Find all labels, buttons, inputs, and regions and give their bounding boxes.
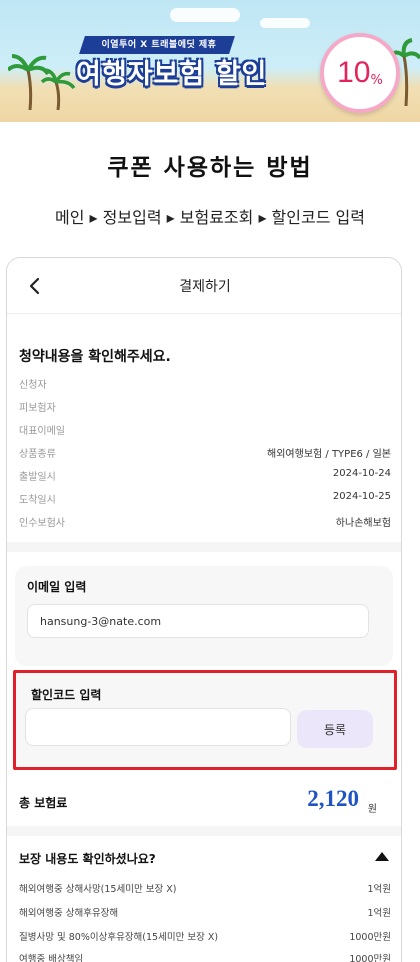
info-row-departure: 출발일시 2024-10-24 — [19, 468, 391, 488]
coverage-row: 해외여행중 상해사망(15세미만 보장 X) 1억원 — [19, 881, 391, 899]
info-row-applicant: 신청자 — [19, 376, 391, 396]
info-row-insured: 피보험자 — [19, 399, 391, 419]
discount-badge: 10 % — [320, 33, 400, 113]
info-label: 상품종류 — [19, 449, 56, 460]
coverage-label: 여행중 배상책임 — [19, 954, 84, 962]
coverage-row: 질병사망 및 80%이상후유장해(15세미만 보장 X) 1000만원 — [19, 929, 391, 947]
coverage-label: 해외여행중 상해사망(15세미만 보장 X) — [19, 884, 177, 895]
coverage-label: 질병사망 및 80%이상후유장해(15세미만 보장 X) — [19, 932, 219, 943]
header-title: 결제하기 — [179, 279, 231, 295]
caret-up-icon[interactable] — [373, 848, 391, 864]
total-unit: 원 — [367, 804, 377, 815]
section-divider — [7, 826, 401, 836]
email-label: 이메일 입력 — [27, 580, 87, 594]
confirm-title: 청약내용을 확인해주세요. — [19, 349, 171, 365]
info-label: 도착일시 — [19, 495, 56, 506]
coverage-row: 해외여행중 상해후유장해 1억원 — [19, 905, 391, 923]
page-title: 쿠폰 사용하는 방법 — [107, 155, 313, 181]
coverage-row: 여행중 배상책임 1000만원 — [19, 951, 391, 962]
info-row-arrival: 도착일시 2024-10-25 — [19, 491, 391, 511]
info-label: 신청자 — [19, 380, 47, 391]
banner-ribbon-text: 이열투어 X 트래블에딧 제휴 — [101, 40, 217, 50]
discount-unit: % — [370, 72, 383, 88]
info-label: 출발일시 — [19, 472, 56, 483]
coverage-value: 1000만원 — [349, 932, 391, 943]
coupon-label: 할인코드 입력 — [31, 688, 102, 702]
info-row-insurer: 인수보험사 하나손해보험 — [19, 514, 391, 534]
info-label: 인수보험사 — [19, 518, 65, 529]
info-value: 2024-10-25 — [332, 491, 391, 502]
info-label: 피보험자 — [19, 403, 56, 414]
coverage-value: 1억원 — [367, 884, 391, 895]
coverage-value: 1억원 — [367, 908, 391, 919]
info-label: 대표이메일 — [19, 426, 65, 437]
info-value: 2024-10-24 — [332, 468, 391, 479]
coupon-code-input[interactable] — [25, 708, 291, 746]
email-field[interactable] — [27, 604, 369, 638]
info-row-email: 대표이메일 — [19, 422, 391, 442]
app-header: 결제하기 — [7, 258, 401, 314]
info-value: 해외여행보험 / TYPE6 / 일본 — [267, 449, 391, 460]
promo-banner: 이열투어 X 트래블에딧 제휴 여행자보험 할인 10 % — [0, 0, 420, 122]
coverage-value: 1000만원 — [349, 954, 391, 962]
payment-screen: 결제하기 청약내용을 확인해주세요. 신청자 피보험자 대표이메일 상품종류 해… — [6, 257, 402, 962]
total-label: 총 보험료 — [19, 796, 68, 810]
banner-headline: 여행자보험 할인 — [76, 59, 268, 90]
steps-breadcrumb: 메인 ▸ 정보입력 ▸ 보험료조회 ▸ 할인코드 입력 — [55, 208, 365, 227]
coverage-title: 보장 내용도 확인하셨나요? — [19, 852, 156, 866]
info-value: 하나손해보험 — [335, 518, 391, 529]
section-divider — [7, 542, 401, 552]
total-amount: 2,120 — [307, 786, 359, 811]
discount-number: 10 — [337, 56, 371, 89]
info-row-product: 상품종류 해외여행보험 / TYPE6 / 일본 — [19, 445, 391, 465]
register-button[interactable]: 등록 — [297, 710, 373, 748]
palm-tree-icon — [8, 54, 76, 110]
coverage-label: 해외여행중 상해후유장해 — [19, 908, 119, 919]
